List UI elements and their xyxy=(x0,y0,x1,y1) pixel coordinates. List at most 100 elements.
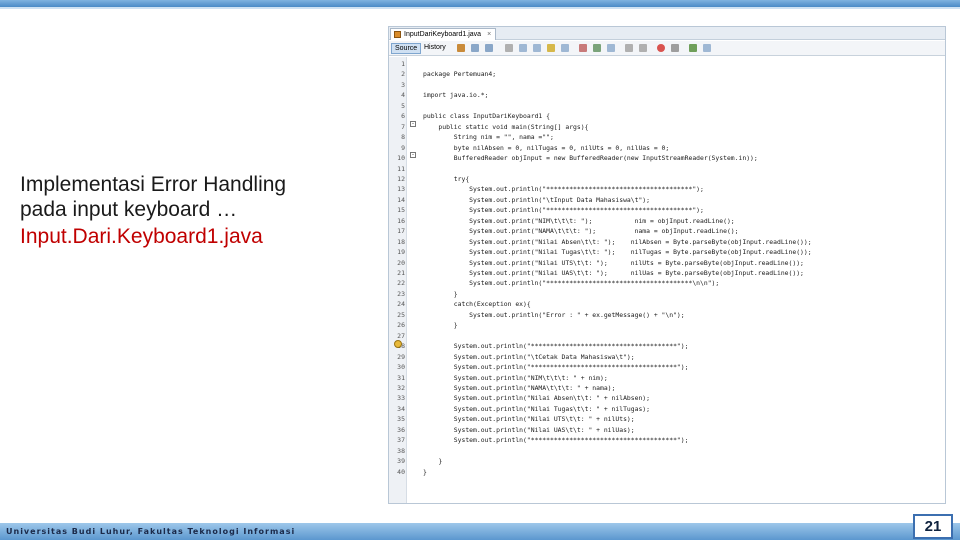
line-number: 9 xyxy=(401,143,405,152)
line-number: 35 xyxy=(397,415,405,424)
line-number: 33 xyxy=(397,394,405,403)
code-line: System.out.println("\tCetak Data Mahasis… xyxy=(423,352,635,361)
search-icon[interactable] xyxy=(505,44,513,52)
code-line: catch(Exception ex){ xyxy=(423,300,531,309)
line-number: 34 xyxy=(397,404,405,413)
editor-tab-label: InputDariKeyboard1.java xyxy=(404,31,482,38)
last-edit-icon[interactable] xyxy=(457,44,465,52)
line-number: 5 xyxy=(401,101,405,110)
ide-editor-window: InputDariKeyboard1.java × Source History… xyxy=(388,26,946,504)
line-number: 6 xyxy=(401,112,405,121)
code-line: System.out.print("NIM\t\t\t: "); nim = o… xyxy=(423,216,735,225)
code-line: package Pertemuan4; xyxy=(423,70,497,79)
editor-tab[interactable]: InputDariKeyboard1.java × xyxy=(390,28,497,40)
stop-macro-icon[interactable] xyxy=(657,44,665,52)
line-number: 14 xyxy=(397,195,405,204)
fold-collapse-icon[interactable]: - xyxy=(410,152,416,158)
shift-left-icon[interactable] xyxy=(579,44,587,52)
code-line: System.out.print("Nilai Absen\t\t: "); n… xyxy=(423,237,812,246)
editor-tab-strip: InputDariKeyboard1.java × xyxy=(389,27,945,40)
uncomment-icon[interactable] xyxy=(639,44,647,52)
warning-bulb-icon[interactable] xyxy=(394,340,402,348)
line-number: 3 xyxy=(401,80,405,89)
find-previous-icon[interactable] xyxy=(519,44,527,52)
slide-title: Implementasi Error Handling pada input k… xyxy=(20,172,380,222)
line-number: 22 xyxy=(397,279,405,288)
line-number: 32 xyxy=(397,383,405,392)
line-number: 29 xyxy=(397,352,405,361)
code-line: System.out.print("Nilai Tugas\t\t: "); n… xyxy=(423,248,812,257)
shift-right-icon[interactable] xyxy=(593,44,601,52)
code-line: System.out.println("Nilai UTS\t\t: " + n… xyxy=(423,415,635,424)
source-tab[interactable]: Source xyxy=(391,43,422,54)
line-number: 7 xyxy=(401,122,405,131)
code-line: String nim = "", nama =""; xyxy=(423,133,554,142)
code-line: System.out.print("NAMA\t\t\t: "); nama =… xyxy=(423,227,739,236)
code-line: System.out.println("********************… xyxy=(423,185,704,194)
play-macro-icon[interactable] xyxy=(671,44,679,52)
fold-collapse-icon[interactable]: - xyxy=(410,121,416,127)
line-number: 15 xyxy=(397,206,405,215)
line-number: 23 xyxy=(397,289,405,298)
java-file-icon xyxy=(394,31,401,38)
code-line: System.out.println("NAMA\t\t\t: " + nama… xyxy=(423,383,616,392)
editor-toolbar: Source History xyxy=(389,41,945,56)
code-line: System.out.println("********************… xyxy=(423,436,689,445)
line-number: 24 xyxy=(397,300,405,309)
find-next-icon[interactable] xyxy=(533,44,541,52)
code-line: System.out.println("NIM\t\t\t: " + nim); xyxy=(423,373,608,382)
top-accent-line xyxy=(0,7,960,9)
line-number: 8 xyxy=(401,133,405,142)
code-line: byte nilAbsen = 0, nilTugas = 0, nilUts … xyxy=(423,143,670,152)
slide-title-line2: pada input keyboard … xyxy=(20,198,238,221)
code-line: System.out.println("********************… xyxy=(423,206,704,215)
back-icon[interactable] xyxy=(471,44,479,52)
code-line: System.out.println("********************… xyxy=(423,342,689,351)
line-number: 25 xyxy=(397,310,405,319)
code-line: System.out.print("Nilai UAS\t\t: "); nil… xyxy=(423,269,804,277)
run-icon[interactable] xyxy=(703,44,711,52)
code-line: System.out.println("Nilai Tugas\t\t: " +… xyxy=(423,404,651,413)
code-line: System.out.println("\tInput Data Mahasis… xyxy=(423,195,651,204)
close-icon[interactable]: × xyxy=(487,29,491,40)
code-line: } xyxy=(423,289,458,298)
line-number: 13 xyxy=(397,185,405,194)
comment-icon[interactable] xyxy=(625,44,633,52)
diff-icon[interactable] xyxy=(689,44,697,52)
line-number: 16 xyxy=(397,216,405,225)
line-number: 10 xyxy=(397,154,405,163)
code-line: } xyxy=(423,321,458,330)
toggle-highlight-icon[interactable] xyxy=(561,44,569,52)
toggle-bookmark-icon[interactable] xyxy=(607,44,615,52)
code-line: System.out.println("********************… xyxy=(423,279,720,288)
line-number: 4 xyxy=(401,91,405,100)
slide-filename: Input.Dari.Keyboard1.java xyxy=(20,225,263,248)
line-number: 31 xyxy=(397,373,405,382)
code-line: System.out.print("Nilai UTS\t\t: "); nil… xyxy=(423,258,804,267)
line-number: 38 xyxy=(397,446,405,455)
code-editor[interactable]: 1 2 package Pertemuan4; 3 4 import java.io.*;… xyxy=(389,57,945,503)
history-tab[interactable]: History xyxy=(421,43,449,54)
code-line: public static void main(String[] args){ xyxy=(423,122,589,131)
footer-text: Universitas Budi Luhur, Fakultas Teknolo… xyxy=(6,527,296,536)
code-line: BufferedReader objInput = new BufferedRe… xyxy=(423,154,758,163)
line-number: 37 xyxy=(397,436,405,445)
code-line: System.out.println("********************… xyxy=(423,363,689,372)
line-number: 12 xyxy=(397,174,405,183)
forward-icon[interactable] xyxy=(485,44,493,52)
code-line: System.out.println("Nilai UAS\t\t: " + n… xyxy=(423,425,635,434)
line-number: 26 xyxy=(397,321,405,330)
line-number: 17 xyxy=(397,227,405,236)
code-line: System.out.println("Error : " + ex.getMe… xyxy=(423,310,685,319)
line-number: 30 xyxy=(397,363,405,372)
slide-title-line1: Implementasi Error Handling xyxy=(20,173,287,196)
code-line: public class InputDariKeyboard1 { xyxy=(423,112,550,121)
line-number: 36 xyxy=(397,425,405,434)
code-line: System.out.println("Nilai Absen\t\t: " +… xyxy=(423,394,651,403)
code-line: try{ xyxy=(423,174,470,183)
line-number: 1 xyxy=(401,60,405,68)
top-accent-bar xyxy=(0,0,960,7)
line-number: 20 xyxy=(397,258,405,267)
line-number: 11 xyxy=(397,164,405,173)
find-selection-icon[interactable] xyxy=(547,44,555,52)
